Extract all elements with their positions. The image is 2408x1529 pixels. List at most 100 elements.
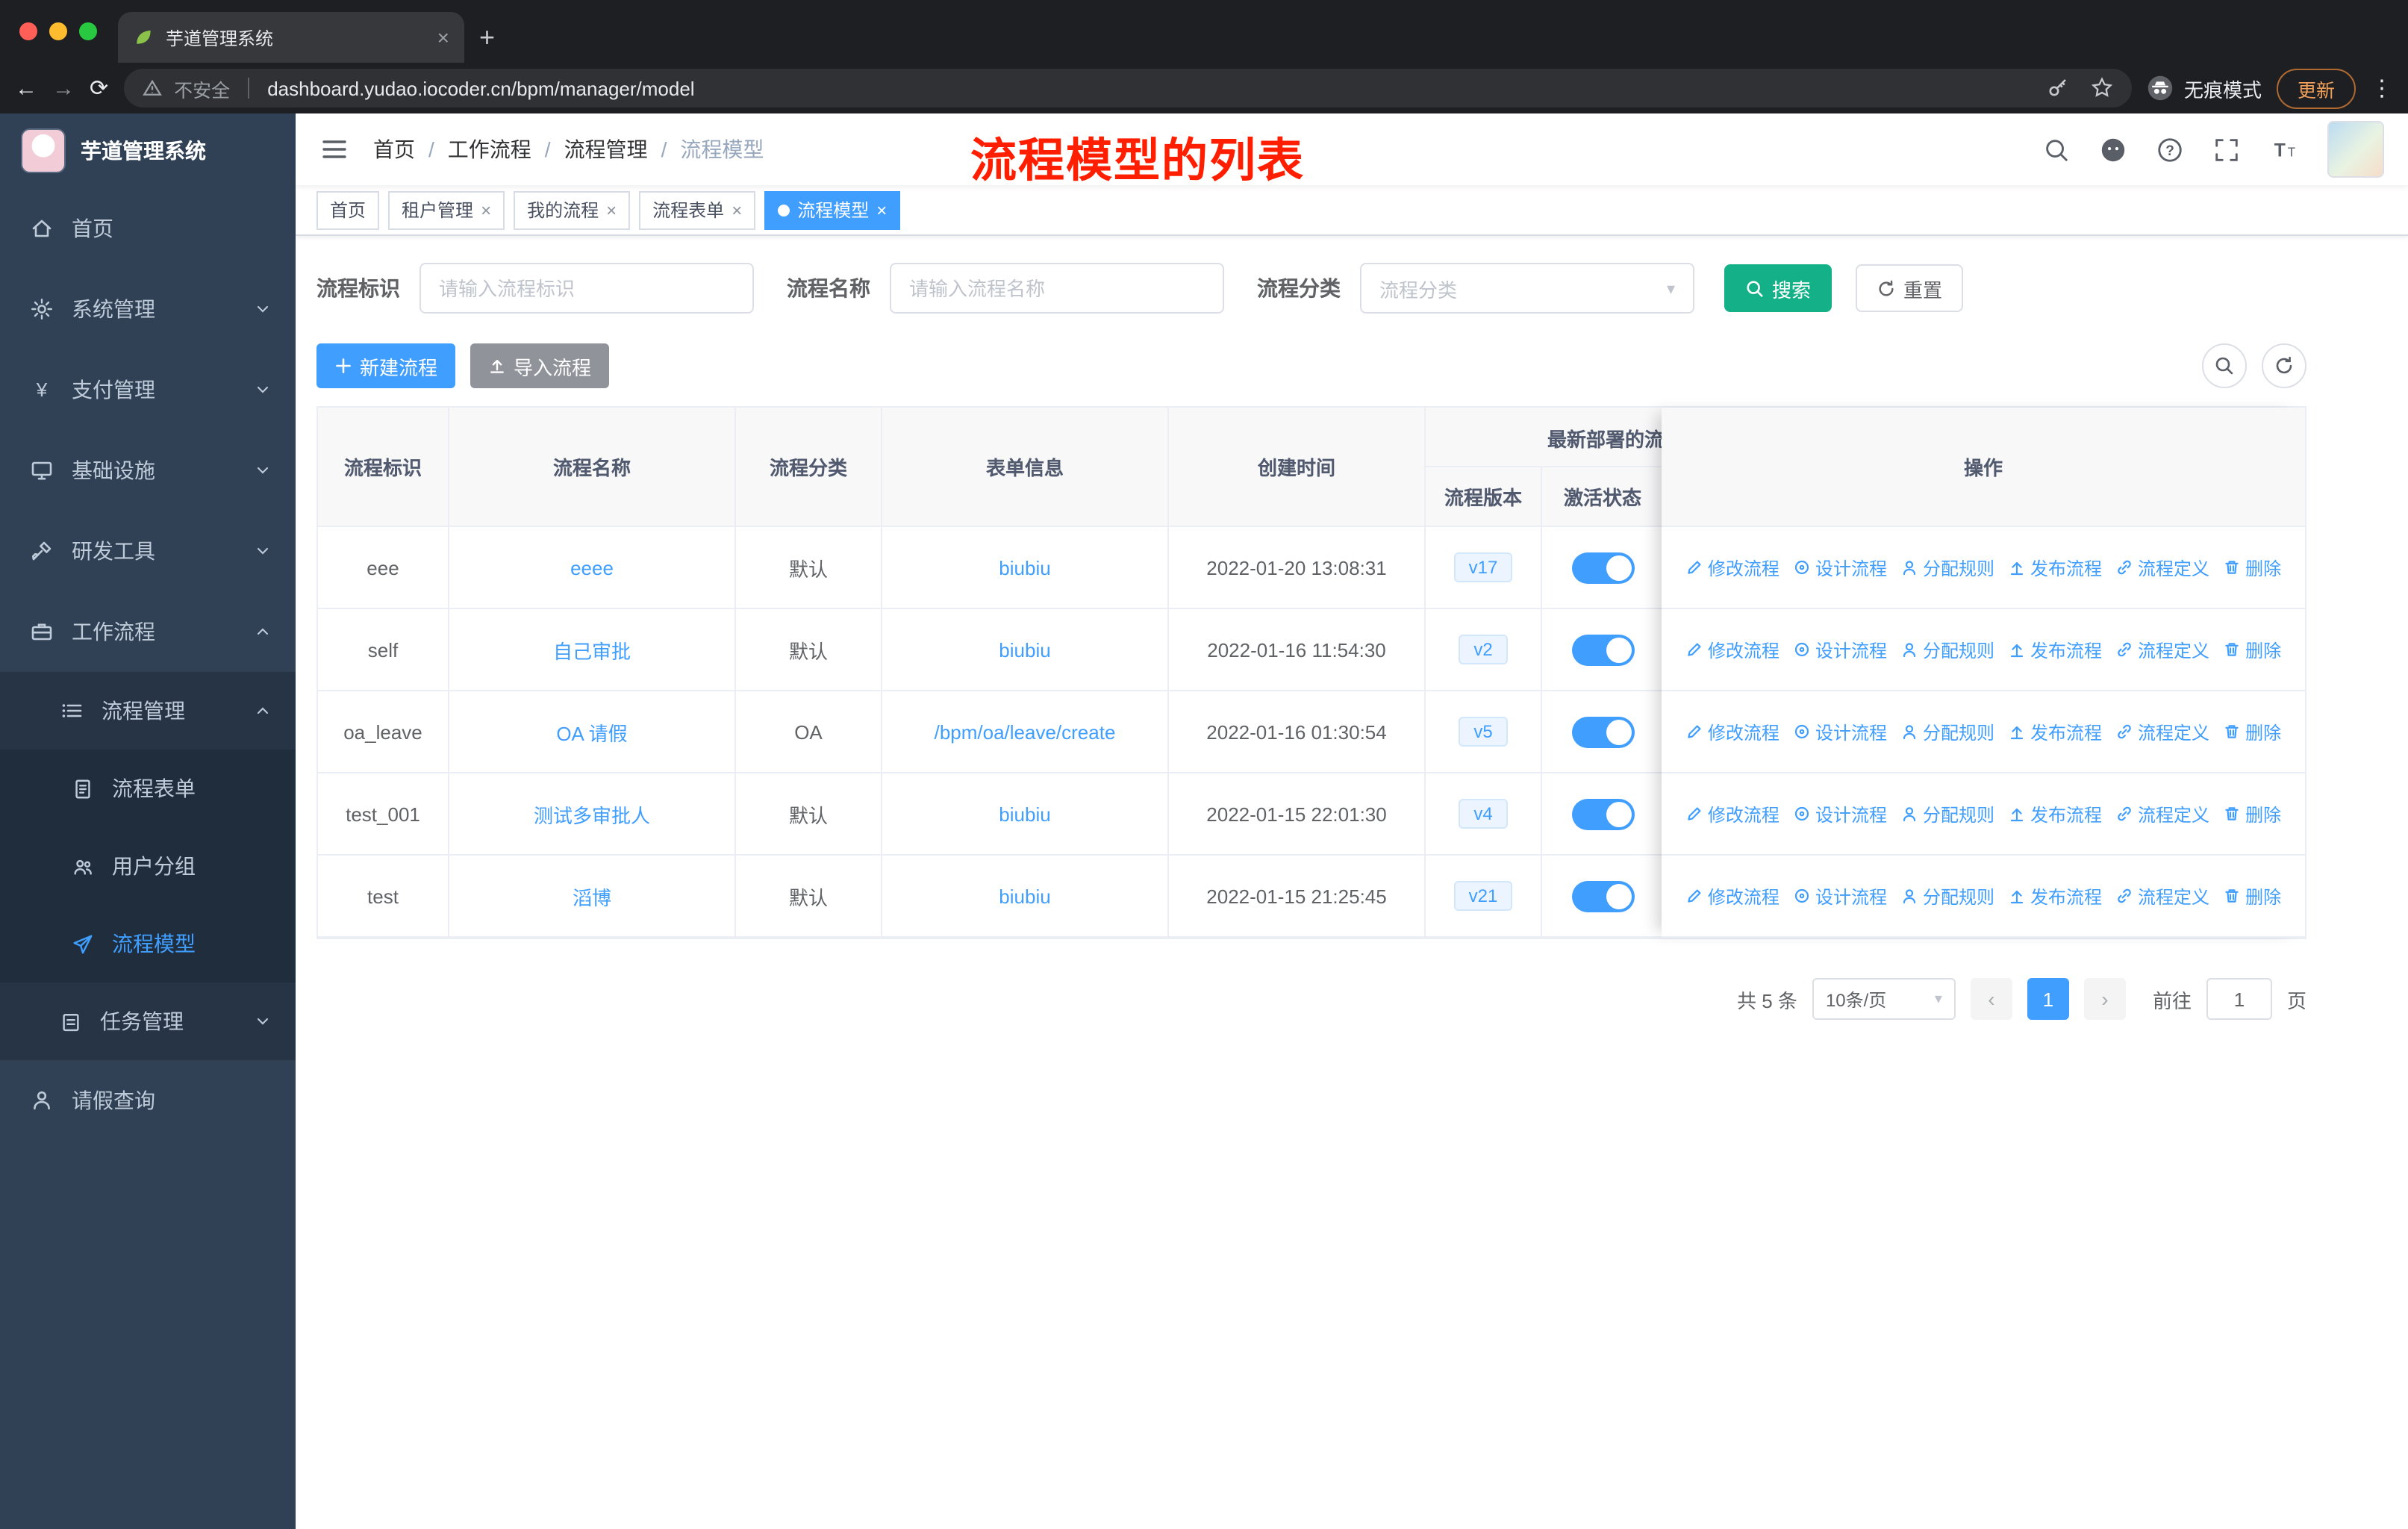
action-design-link[interactable]: 设计流程: [1793, 555, 1887, 580]
reset-button[interactable]: 重置: [1856, 264, 1964, 312]
action-definition-link[interactable]: 流程定义: [2115, 555, 2209, 580]
new-tab-button[interactable]: +: [479, 22, 495, 54]
breadcrumb-workflow[interactable]: 工作流程: [448, 134, 531, 164]
breadcrumb-process-mgmt[interactable]: 流程管理: [564, 134, 648, 164]
tag-close-icon[interactable]: ×: [481, 201, 491, 219]
app-logo[interactable]: 芋道管理系统: [0, 113, 296, 188]
action-definition-link[interactable]: 流程定义: [2115, 883, 2209, 909]
action-design-link[interactable]: 设计流程: [1793, 719, 1887, 744]
action-assign-link[interactable]: 分配规则: [1900, 719, 1994, 744]
active-toggle[interactable]: [1571, 552, 1634, 583]
action-definition-link[interactable]: 流程定义: [2115, 719, 2209, 744]
form-info-link[interactable]: /bpm/oa/leave/create: [935, 720, 1116, 743]
process-name-link[interactable]: 自己审批: [553, 635, 631, 664]
action-assign-link[interactable]: 分配规则: [1900, 883, 1994, 909]
form-info-link[interactable]: biubiu: [999, 556, 1050, 579]
browser-tab[interactable]: 芋道管理系统 ×: [118, 12, 464, 63]
tag-my-process[interactable]: 我的流程 ×: [514, 190, 631, 229]
help-icon[interactable]: ?: [2156, 135, 2184, 164]
close-window-button[interactable]: [19, 22, 37, 40]
action-design-link[interactable]: 设计流程: [1793, 637, 1887, 662]
back-icon[interactable]: ←: [15, 77, 37, 99]
action-delete-link[interactable]: 删除: [2223, 555, 2281, 580]
form-info-link[interactable]: biubiu: [999, 638, 1050, 661]
user-avatar[interactable]: [2327, 121, 2384, 178]
form-info-link[interactable]: biubiu: [999, 803, 1050, 825]
action-edit-link[interactable]: 修改流程: [1685, 801, 1780, 826]
create-process-button[interactable]: 新建流程: [316, 343, 456, 388]
action-delete-link[interactable]: 删除: [2223, 801, 2281, 826]
form-info-link[interactable]: biubiu: [999, 885, 1050, 907]
category-select[interactable]: 流程分类 ▾: [1360, 263, 1694, 314]
show-search-button[interactable]: [2202, 343, 2247, 388]
action-publish-link[interactable]: 发布流程: [2008, 555, 2102, 580]
process-name-link[interactable]: 滔博: [573, 882, 611, 910]
tab-close-icon[interactable]: ×: [437, 27, 449, 48]
tag-close-icon[interactable]: ×: [606, 201, 617, 219]
action-delete-link[interactable]: 删除: [2223, 637, 2281, 662]
reload-icon[interactable]: ⟳: [90, 77, 108, 99]
sidebar-item-payment[interactable]: ¥ 支付管理: [0, 349, 296, 430]
process-name-link[interactable]: 测试多审批人: [534, 800, 650, 828]
page-size-select[interactable]: 10条/页 ▾: [1812, 978, 1956, 1020]
action-definition-link[interactable]: 流程定义: [2115, 637, 2209, 662]
fullscreen-icon[interactable]: [2212, 135, 2241, 164]
refresh-table-button[interactable]: [2262, 343, 2306, 388]
active-toggle[interactable]: [1571, 634, 1634, 665]
sidebar-item-user-group[interactable]: 用户分组: [0, 827, 296, 905]
action-definition-link[interactable]: 流程定义: [2115, 801, 2209, 826]
sidebar-item-task-mgmt[interactable]: 任务管理: [0, 983, 296, 1060]
tag-home[interactable]: 首页: [316, 190, 380, 229]
process-id-input[interactable]: [419, 263, 754, 314]
tag-tenant[interactable]: 租户管理 ×: [388, 190, 505, 229]
search-button[interactable]: 搜索: [1724, 264, 1832, 312]
sidebar-item-workflow[interactable]: 工作流程: [0, 591, 296, 672]
bookmark-star-icon[interactable]: [2090, 76, 2114, 100]
tag-close-icon[interactable]: ×: [876, 201, 887, 219]
action-publish-link[interactable]: 发布流程: [2008, 719, 2102, 744]
breadcrumb-home[interactable]: 首页: [373, 134, 415, 164]
github-icon[interactable]: [2099, 135, 2127, 164]
sidebar-item-home[interactable]: 首页: [0, 188, 296, 269]
process-name-link[interactable]: OA 请假: [556, 717, 627, 746]
action-publish-link[interactable]: 发布流程: [2008, 637, 2102, 662]
action-design-link[interactable]: 设计流程: [1793, 801, 1887, 826]
key-icon[interactable]: [2045, 76, 2069, 100]
active-toggle[interactable]: [1571, 880, 1634, 912]
sidebar-item-devtools[interactable]: 研发工具: [0, 511, 296, 591]
zoom-window-button[interactable]: [79, 22, 97, 40]
action-assign-link[interactable]: 分配规则: [1900, 637, 1994, 662]
tag-close-icon[interactable]: ×: [732, 201, 742, 219]
action-edit-link[interactable]: 修改流程: [1685, 555, 1780, 580]
process-name-link[interactable]: eeee: [570, 556, 614, 579]
browser-menu-icon[interactable]: ⋮: [2371, 75, 2393, 102]
action-edit-link[interactable]: 修改流程: [1685, 719, 1780, 744]
forward-icon[interactable]: →: [52, 77, 75, 99]
action-assign-link[interactable]: 分配规则: [1900, 801, 1994, 826]
sidebar-item-system[interactable]: 系统管理: [0, 269, 296, 349]
action-assign-link[interactable]: 分配规则: [1900, 555, 1994, 580]
active-toggle[interactable]: [1571, 798, 1634, 829]
tag-process-form[interactable]: 流程表单 ×: [639, 190, 756, 229]
action-edit-link[interactable]: 修改流程: [1685, 883, 1780, 909]
action-design-link[interactable]: 设计流程: [1793, 883, 1887, 909]
sidebar-item-process-model[interactable]: 流程模型: [0, 905, 296, 983]
process-name-input[interactable]: [890, 263, 1224, 314]
action-delete-link[interactable]: 删除: [2223, 883, 2281, 909]
next-page-button[interactable]: ›: [2083, 978, 2126, 1020]
action-publish-link[interactable]: 发布流程: [2008, 801, 2102, 826]
font-size-icon[interactable]: TT: [2269, 135, 2299, 164]
address-bar[interactable]: 不安全 dashboard.yudao.iocoder.cn/bpm/manag…: [123, 69, 2132, 108]
action-edit-link[interactable]: 修改流程: [1685, 637, 1780, 662]
search-icon[interactable]: [2042, 135, 2071, 164]
sidebar-item-leave-query[interactable]: 请假查询: [0, 1060, 296, 1141]
sidebar-item-process-form[interactable]: 流程表单: [0, 750, 296, 827]
import-process-button[interactable]: 导入流程: [470, 343, 610, 388]
prev-page-button[interactable]: ‹: [1970, 978, 2012, 1020]
goto-page-input[interactable]: [2206, 978, 2272, 1020]
tag-process-model[interactable]: 流程模型 ×: [764, 190, 901, 229]
active-toggle[interactable]: [1571, 716, 1634, 747]
sidebar-item-process-mgmt[interactable]: 流程管理: [0, 672, 296, 750]
action-delete-link[interactable]: 删除: [2223, 719, 2281, 744]
page-1-button[interactable]: 1: [2027, 978, 2069, 1020]
